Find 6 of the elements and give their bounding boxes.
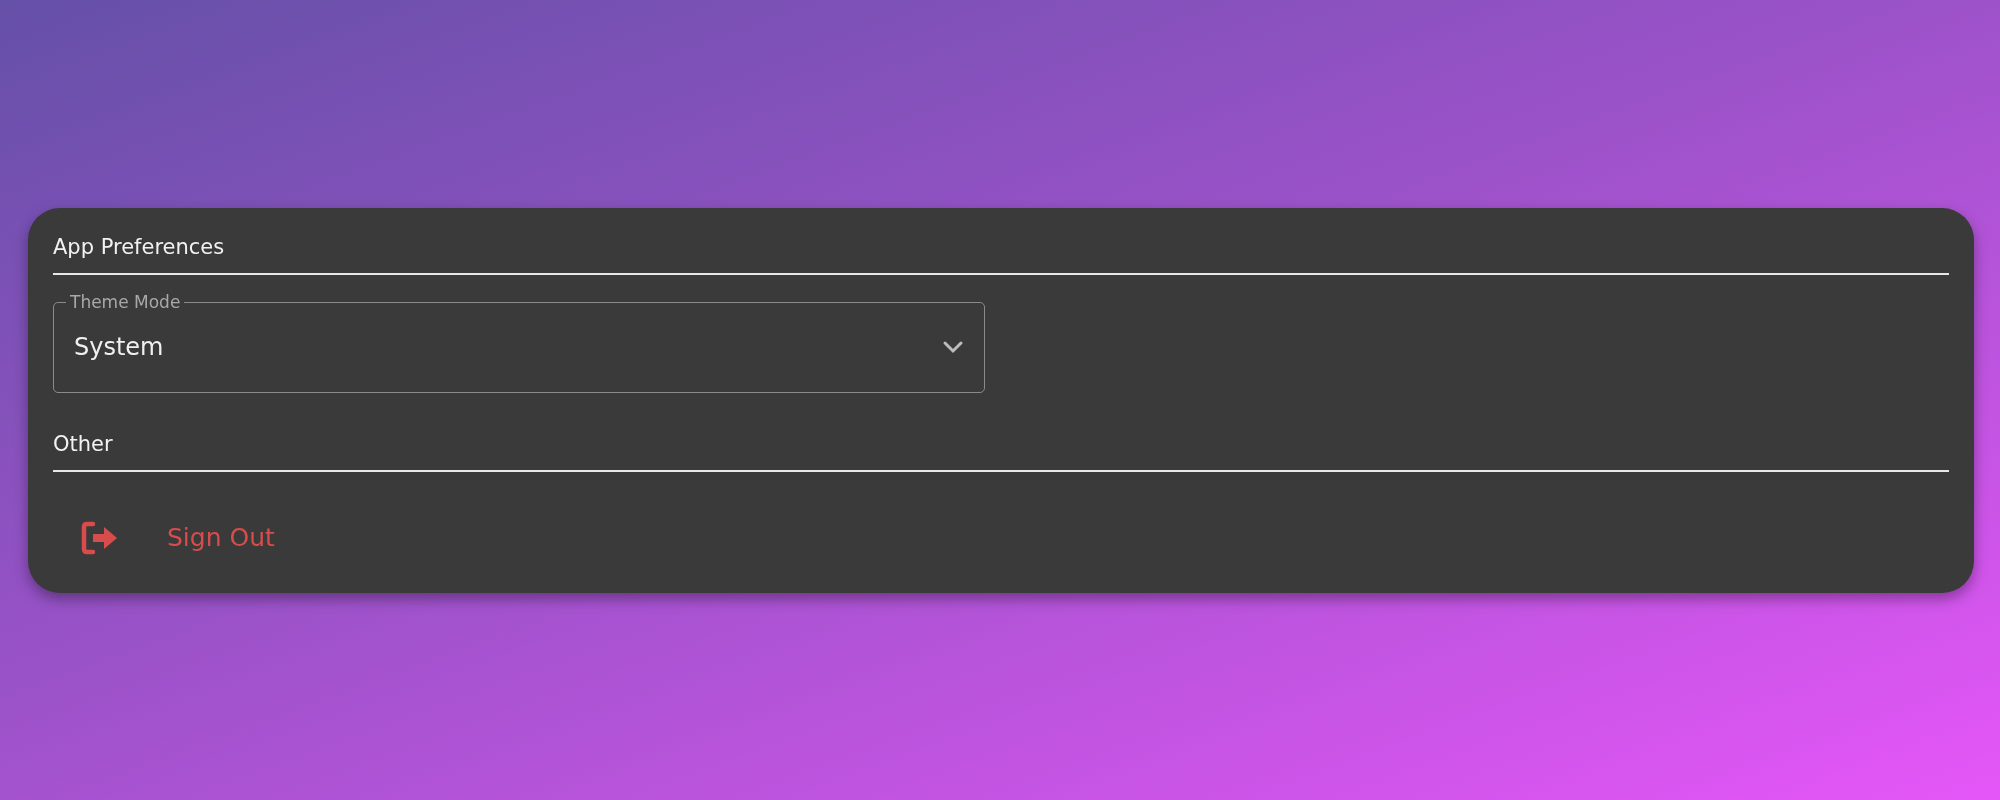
- field-value: System: [74, 332, 164, 363]
- theme-mode-select[interactable]: Theme Mode System: [53, 292, 985, 393]
- section-heading: App Preferences: [53, 234, 1949, 275]
- field-label: Theme Mode: [69, 292, 182, 312]
- chevron-down-icon: [942, 340, 964, 354]
- section-heading: Other: [53, 431, 1949, 472]
